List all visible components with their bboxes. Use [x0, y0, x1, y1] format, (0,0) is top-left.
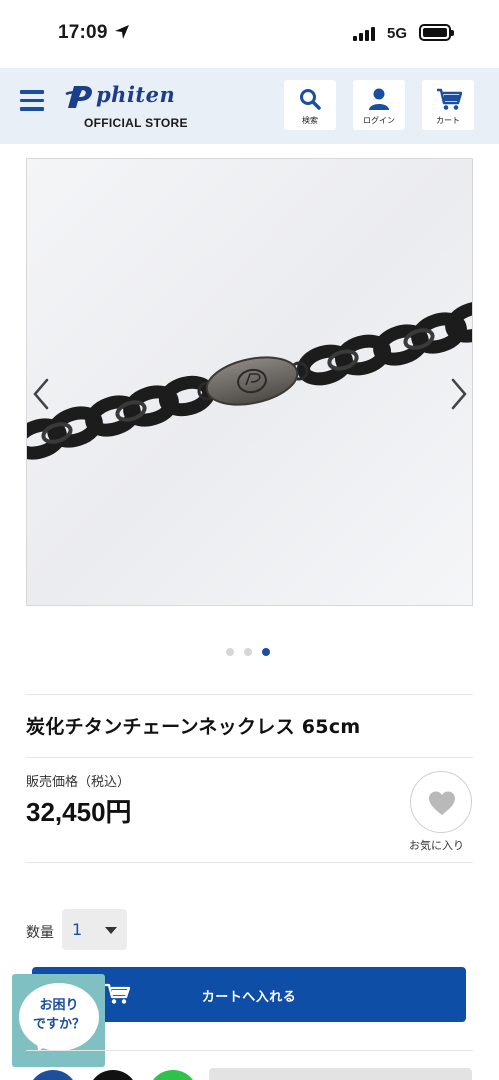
help-text: お困り ですか？ [19, 996, 99, 1034]
divider [26, 757, 473, 758]
share-line-icon[interactable] [148, 1070, 198, 1080]
search-button[interactable]: 検索 [284, 80, 336, 130]
status-bar: 17:09 5G [0, 0, 499, 68]
network-type: 5G [387, 25, 408, 42]
prev-slide-icon[interactable] [31, 377, 51, 411]
menu-icon[interactable] [20, 90, 44, 111]
logo-text: phiten [96, 82, 176, 107]
location-arrow-icon [115, 25, 129, 39]
favorite-button[interactable] [410, 771, 472, 833]
quantity-label: 数量 [26, 925, 54, 941]
login-label: ログイン [363, 116, 395, 125]
search-icon [300, 89, 321, 110]
cart-button[interactable]: カート [422, 80, 474, 130]
quantity-value: 1 [72, 920, 83, 939]
battery-icon [419, 24, 454, 41]
help-line-1: お困り [39, 998, 79, 1013]
pagination-dot[interactable] [244, 648, 252, 656]
site-header: phiten OFFICIAL STORE 検索 ログイン カート [0, 68, 499, 144]
pagination-dot-active[interactable] [262, 648, 270, 656]
quantity-select[interactable]: 1 [62, 909, 127, 950]
official-store-label: OFFICIAL STORE [84, 116, 188, 130]
favorite-label: お気に入り [409, 839, 464, 852]
pagination-dot[interactable] [226, 648, 234, 656]
divider [26, 694, 473, 695]
login-button[interactable]: ログイン [353, 80, 405, 130]
divider [26, 1050, 473, 1051]
status-time: 17:09 [58, 22, 108, 43]
help-chat-button[interactable]: お困り ですか？ [12, 974, 105, 1067]
search-label: 検索 [302, 116, 318, 125]
product-photo [27, 159, 472, 605]
signal-icon [353, 26, 375, 41]
copy-link-button[interactable] [209, 1068, 472, 1080]
share-x-icon[interactable] [88, 1070, 138, 1080]
divider [26, 862, 473, 863]
gallery-pagination [226, 648, 270, 656]
product-title: 炭化チタンチェーンネックレス 65cm [26, 716, 361, 738]
chevron-down-icon [105, 927, 117, 934]
help-line-2: ですか？ [32, 1017, 85, 1032]
cart-label: カート [436, 116, 460, 125]
price-label: 販売価格（税込） [26, 775, 131, 790]
user-icon [369, 88, 389, 110]
cart-icon [437, 88, 462, 110]
share-facebook-icon[interactable] [28, 1070, 78, 1080]
product-image-gallery[interactable] [26, 158, 473, 606]
product-price: 32,450円 [26, 797, 132, 827]
heart-icon [429, 791, 455, 815]
next-slide-icon[interactable] [449, 377, 469, 411]
